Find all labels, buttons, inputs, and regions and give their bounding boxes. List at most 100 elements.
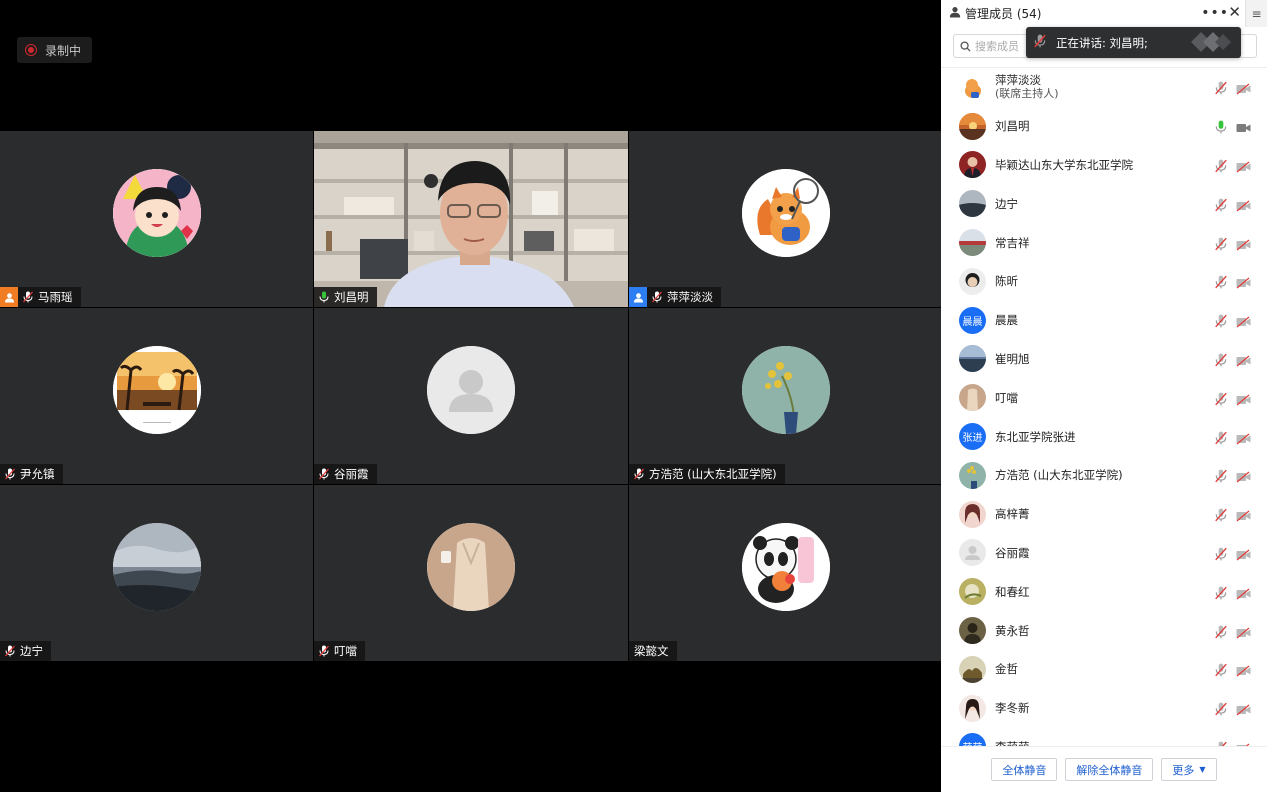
members-list[interactable]: 萍萍淡淡 (联席主持人) 刘昌明毕颖达山东大学东北亚学院边宁 常吉祥 陈昕 晨晨 晨晨 崔明旭… bbox=[941, 67, 1267, 747]
member-row[interactable]: 和春红 bbox=[941, 572, 1267, 611]
member-row[interactable]: 金哲 bbox=[941, 650, 1267, 689]
member-avatar bbox=[959, 73, 986, 101]
participant-name: 边宁 bbox=[20, 644, 43, 658]
close-icon[interactable]: ✕ bbox=[1228, 3, 1241, 21]
participant-tile[interactable]: 马雨瑶 bbox=[0, 131, 313, 307]
member-name-block: 金哲 bbox=[995, 662, 1018, 676]
member-controls bbox=[1215, 546, 1251, 565]
video-off-icon[interactable] bbox=[1236, 546, 1251, 565]
participant-name-bar: 叮噹 bbox=[314, 641, 365, 661]
mic-muted-icon[interactable] bbox=[1215, 197, 1227, 216]
mic-muted-icon[interactable] bbox=[1215, 546, 1227, 565]
member-row[interactable]: 谷丽霞 bbox=[941, 534, 1267, 573]
member-avatar: 晨晨 bbox=[959, 306, 986, 334]
participant-tile[interactable]: 边宁 bbox=[0, 485, 313, 661]
member-controls bbox=[1215, 197, 1251, 216]
mute-all-button[interactable]: 全体静音 bbox=[991, 758, 1058, 781]
mic-muted-icon[interactable] bbox=[1215, 236, 1227, 255]
member-name: 毕颖达山东大学东北亚学院 bbox=[995, 157, 1133, 172]
video-off-icon[interactable] bbox=[1236, 80, 1251, 99]
member-row[interactable]: 方浩范 (山大东北亚学院) bbox=[941, 456, 1267, 495]
video-off-icon[interactable] bbox=[1236, 158, 1251, 177]
member-row[interactable]: 张进 东北亚学院张进 bbox=[941, 417, 1267, 456]
member-row[interactable]: 高梓菁 bbox=[941, 495, 1267, 534]
participant-tile[interactable]: 萍萍淡淡 bbox=[629, 131, 943, 307]
unmute-all-button[interactable]: 解除全体静音 bbox=[1065, 758, 1154, 781]
video-off-icon[interactable] bbox=[1236, 313, 1251, 332]
mic-active-icon[interactable] bbox=[1215, 119, 1227, 138]
member-row[interactable]: 晨晨 晨晨 bbox=[941, 301, 1267, 340]
member-row[interactable]: 毕颖达山东大学东北亚学院 bbox=[941, 146, 1267, 185]
search-placeholder: 搜索成员 bbox=[975, 40, 1019, 53]
menu-icon[interactable]: ≡ bbox=[1245, 0, 1267, 27]
member-row[interactable]: 陈昕 bbox=[941, 262, 1267, 301]
member-row[interactable]: 李冬新 bbox=[941, 689, 1267, 728]
member-controls bbox=[1215, 119, 1251, 138]
search-icon bbox=[960, 40, 971, 52]
participant-avatar bbox=[112, 523, 201, 611]
member-row[interactable]: 黄永哲 bbox=[941, 611, 1267, 650]
members-panel-header: 管理成员 (54) ••• ✕ ≡ bbox=[941, 0, 1267, 27]
participant-tile[interactable]: 梁懿文 bbox=[629, 485, 943, 661]
mic-muted-icon[interactable] bbox=[1215, 507, 1227, 526]
video-off-icon[interactable] bbox=[1236, 662, 1251, 681]
member-row[interactable]: 萌萌李萌萌 bbox=[941, 728, 1267, 747]
participant-name: 萍萍淡淡 bbox=[667, 290, 713, 304]
video-area: 录制中 马雨瑶 刘昌明 萍萍淡淡 尹允镇 谷丽霞 方浩范 (山大东北亚学院) 边… bbox=[0, 0, 943, 792]
member-avatar bbox=[959, 345, 986, 373]
mic-muted-icon bbox=[316, 464, 332, 484]
participant-name-bar: 方浩范 (山大东北亚学院) bbox=[629, 464, 785, 484]
participant-tile[interactable]: 谷丽霞 bbox=[314, 308, 628, 484]
mic-muted-icon[interactable] bbox=[1215, 158, 1227, 177]
recording-label: 录制中 bbox=[45, 43, 82, 58]
participant-tile[interactable]: 尹允镇 bbox=[0, 308, 313, 484]
video-off-icon[interactable] bbox=[1236, 585, 1251, 604]
mic-muted-icon[interactable] bbox=[1215, 585, 1227, 604]
mic-muted-icon[interactable] bbox=[1215, 430, 1227, 449]
member-name-block: 黄永哲 bbox=[995, 624, 1030, 638]
mic-muted-icon bbox=[649, 287, 665, 307]
mic-muted-icon bbox=[631, 464, 647, 484]
mic-muted-icon[interactable] bbox=[1215, 391, 1227, 410]
member-row[interactable]: 边宁 bbox=[941, 184, 1267, 223]
video-off-icon[interactable] bbox=[1236, 507, 1251, 526]
mic-muted-icon[interactable] bbox=[1215, 701, 1227, 720]
video-grid: 马雨瑶 刘昌明 萍萍淡淡 尹允镇 谷丽霞 方浩范 (山大东北亚学院) 边宁 叮噹… bbox=[0, 131, 943, 661]
member-controls bbox=[1215, 701, 1251, 720]
more-button[interactable]: 更多 ▼ bbox=[1161, 758, 1217, 781]
mic-muted-icon[interactable] bbox=[1215, 624, 1227, 643]
video-off-icon[interactable] bbox=[1236, 197, 1251, 216]
mic-muted-icon[interactable] bbox=[1215, 274, 1227, 293]
video-off-icon[interactable] bbox=[1236, 624, 1251, 643]
video-off-icon[interactable] bbox=[1236, 274, 1251, 293]
participant-tile[interactable]: 方浩范 (山大东北亚学院) bbox=[629, 308, 943, 484]
participant-tile[interactable]: 叮噹 bbox=[314, 485, 628, 661]
video-off-icon[interactable] bbox=[1236, 352, 1251, 371]
participant-name: 梁懿文 bbox=[634, 644, 669, 658]
mic-muted-icon[interactable] bbox=[1215, 352, 1227, 371]
member-row[interactable]: 萍萍淡淡 (联席主持人) bbox=[941, 68, 1267, 107]
member-avatar bbox=[959, 500, 986, 528]
video-off-icon[interactable] bbox=[1236, 430, 1251, 449]
member-avatar bbox=[959, 539, 986, 567]
recording-indicator[interactable]: 录制中 bbox=[17, 37, 93, 63]
member-name: 高梓菁 bbox=[995, 507, 1030, 522]
video-on-icon[interactable] bbox=[1236, 119, 1251, 138]
more-dots-icon[interactable]: ••• bbox=[1201, 5, 1229, 21]
member-row[interactable]: 常吉祥 bbox=[941, 223, 1267, 262]
video-off-icon[interactable] bbox=[1236, 468, 1251, 487]
participant-avatar bbox=[742, 169, 830, 257]
mic-muted-icon[interactable] bbox=[1215, 313, 1227, 332]
mic-muted-icon[interactable] bbox=[1215, 80, 1227, 99]
member-row[interactable]: 崔明旭 bbox=[941, 340, 1267, 379]
more-button-label: 更多 bbox=[1172, 763, 1195, 777]
mic-muted-icon[interactable] bbox=[1215, 662, 1227, 681]
active-speaker-tile[interactable]: 刘昌明 bbox=[314, 131, 628, 307]
member-row[interactable]: 刘昌明 bbox=[941, 107, 1267, 146]
video-off-icon[interactable] bbox=[1236, 701, 1251, 720]
video-off-icon[interactable] bbox=[1236, 391, 1251, 410]
video-off-icon[interactable] bbox=[1236, 236, 1251, 255]
mic-muted-icon[interactable] bbox=[1215, 468, 1227, 487]
member-row[interactable]: 叮噹 bbox=[941, 378, 1267, 417]
member-controls bbox=[1215, 468, 1251, 487]
